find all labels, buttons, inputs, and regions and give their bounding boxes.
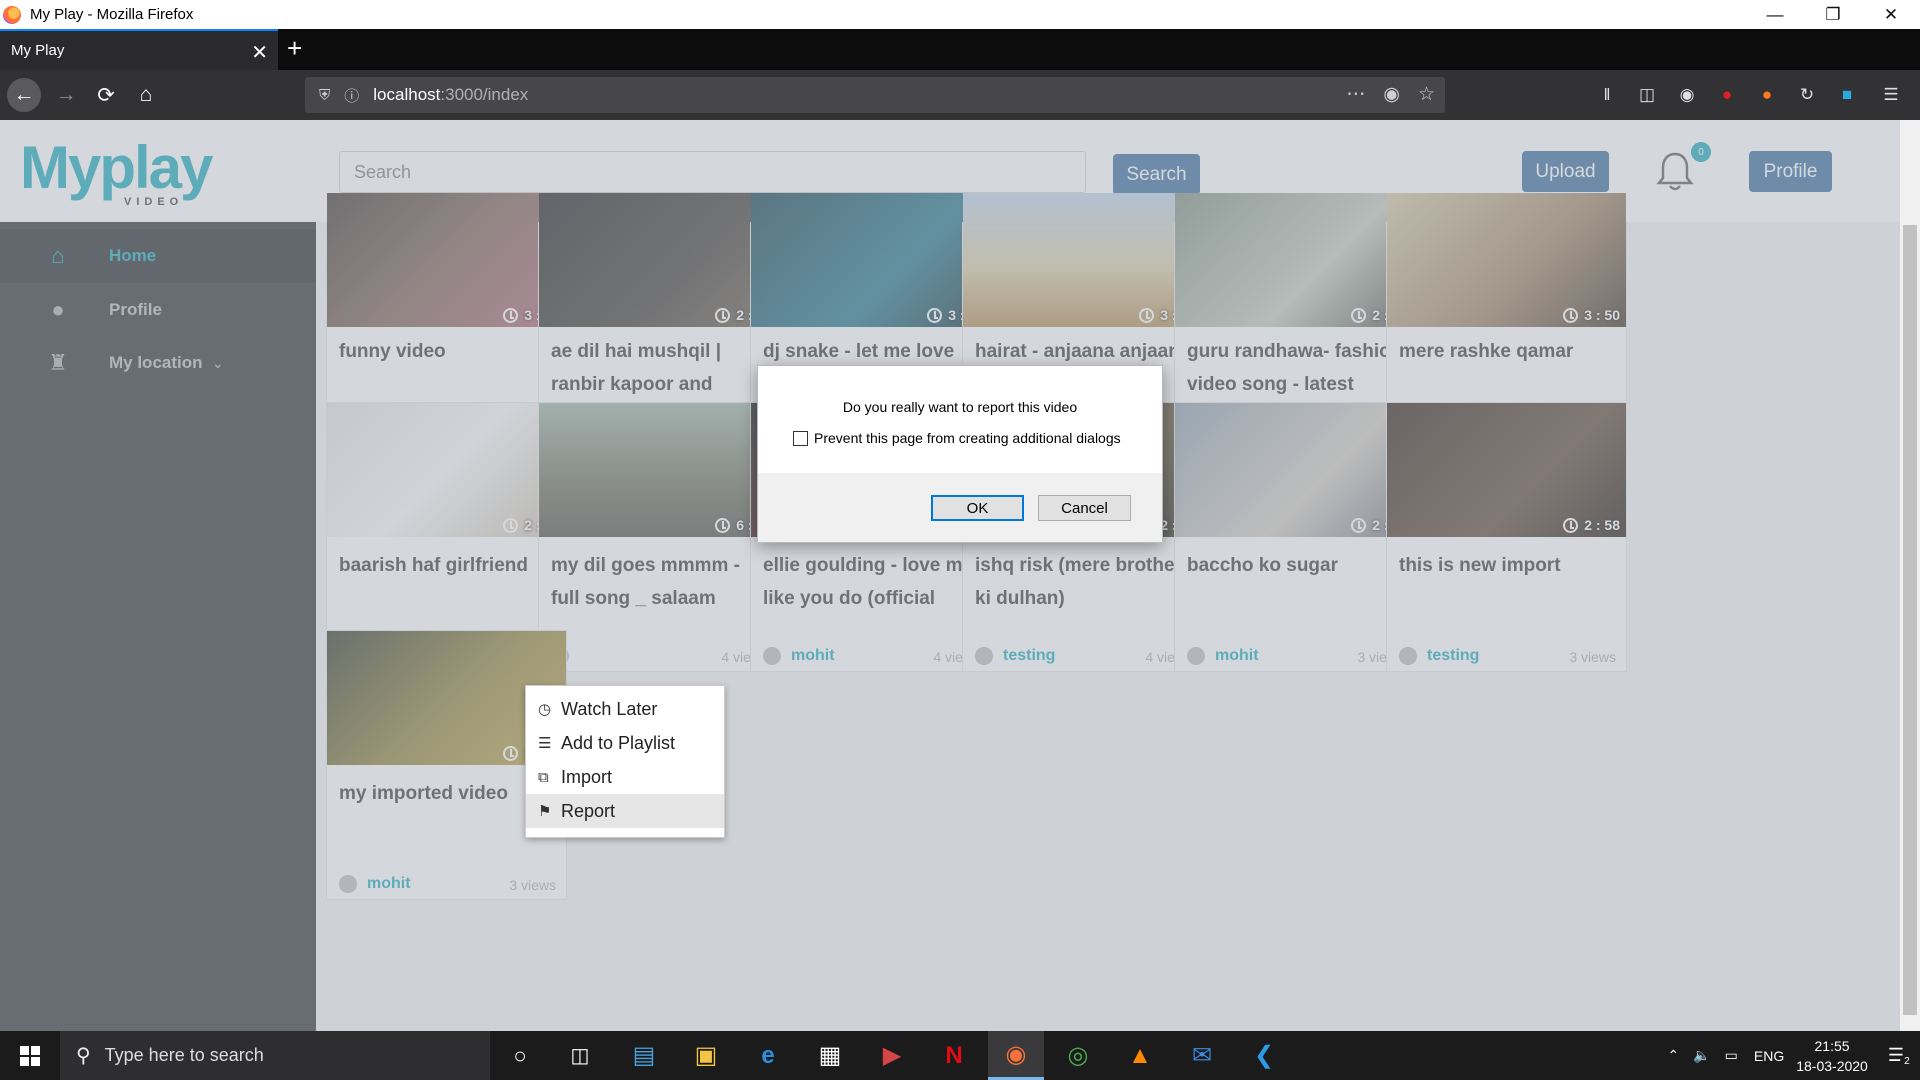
cancel-button[interactable]: Cancel [1038, 495, 1131, 521]
vscode-icon[interactable]: ❮ [1236, 1031, 1292, 1080]
account-icon[interactable]: ◉ [1674, 83, 1700, 107]
confirm-dialog: Do you really want to report this video … [757, 365, 1163, 543]
clock-icon: ◷ [538, 701, 552, 718]
menu-icon[interactable]: ☰ [1878, 83, 1904, 107]
video-context-menu: ◷ Watch Later ☰ Add to Playlist ⧉ Import ⚑ R… [525, 685, 725, 838]
sidebar-toggle-icon[interactable]: ◫ [1634, 83, 1660, 107]
extension-blue-icon[interactable]: ■ [1834, 83, 1860, 107]
chevron-up-icon[interactable]: ⌃ [1667, 1047, 1679, 1064]
page-actions-icon[interactable]: ⋯ [1346, 83, 1365, 106]
shield-icon[interactable]: ⛨ [319, 87, 330, 104]
back-button[interactable]: ← [7, 78, 41, 112]
chrome-icon[interactable]: ◎ [1050, 1031, 1106, 1080]
tab-title: My Play [11, 42, 65, 59]
new-tab-button[interactable]: + [287, 33, 302, 64]
reload-button[interactable]: ⟳ [89, 78, 123, 112]
close-window-button[interactable]: ✕ [1862, 0, 1920, 29]
extension-red-icon[interactable]: ● [1714, 83, 1740, 107]
checkbox-label: Prevent this page from creating addition… [814, 430, 1121, 446]
page-scrollbar[interactable] [1900, 120, 1920, 1031]
navigation-toolbar: ← → ⟳ ⌂ ⛨ ⓘ localhost:3000/index ⋯ ◉ ☆ ‖… [0, 70, 1920, 120]
forward-button[interactable]: → [49, 78, 83, 112]
store-icon[interactable]: ▦ [802, 1031, 858, 1080]
prevent-dialogs-checkbox[interactable]: Prevent this page from creating addition… [793, 430, 1121, 446]
task-view-icon[interactable]: ◫ [552, 1031, 608, 1080]
dialog-message: Do you really want to report this video [842, 399, 1078, 415]
mail-icon[interactable]: ✉ [1174, 1031, 1230, 1080]
home-button[interactable]: ⌂ [129, 78, 163, 112]
menu-item-watch-later[interactable]: ◷ Watch Later [526, 692, 724, 726]
taskbar-search[interactable]: ⚲ Type here to search [60, 1031, 490, 1080]
copy-icon: ⧉ [538, 768, 549, 786]
close-tab-icon[interactable]: ✕ [251, 40, 268, 65]
volume-icon[interactable]: 🔈 [1693, 1047, 1710, 1064]
file-explorer-icon[interactable]: ▣ [678, 1031, 734, 1080]
extension-sync-icon[interactable]: ↻ [1794, 83, 1820, 107]
address-bar[interactable]: ⛨ ⓘ localhost:3000/index ⋯ ◉ ☆ [305, 77, 1445, 113]
start-button[interactable] [0, 1031, 60, 1080]
menu-item-import[interactable]: ⧉ Import [526, 760, 724, 794]
windows-logo-icon [20, 1045, 40, 1066]
firefox-taskbar-icon[interactable]: ◉ [988, 1031, 1044, 1080]
checkbox-box[interactable] [793, 430, 808, 446]
restore-button[interactable]: ❐ [1804, 0, 1862, 29]
action-center-icon[interactable]: ☰ 2 [1888, 1045, 1914, 1069]
taskbar-clock[interactable]: 21:55 18-03-2020 [1796, 1036, 1868, 1076]
library-icon[interactable]: ‖ [1594, 83, 1620, 107]
modal-overlay [0, 120, 1900, 1031]
bookmark-star-icon[interactable]: ☆ [1418, 83, 1435, 106]
list-icon: ☰ [538, 735, 552, 752]
browser-tab[interactable]: My Play ✕ [0, 29, 278, 70]
window-title: My Play - Mozilla Firefox [30, 6, 194, 23]
ok-button[interactable]: OK [931, 495, 1024, 521]
battery-icon[interactable]: ▭ [1725, 1047, 1738, 1064]
vlc-icon[interactable]: ▲ [1112, 1031, 1168, 1080]
menu-item-add-to-playlist[interactable]: ☰ Add to Playlist [526, 726, 724, 760]
firefox-logo-icon [3, 5, 21, 24]
computer-app-icon[interactable]: ▤ [616, 1031, 672, 1080]
search-icon: ⚲ [76, 1045, 91, 1067]
edge-icon[interactable]: e [740, 1031, 796, 1080]
url-text[interactable]: localhost:3000/index [373, 85, 528, 105]
minimize-button[interactable]: — [1746, 0, 1804, 29]
system-tray: ⌃ 🔈 ▭ ENG 21:55 18-03-2020 ☰ 2 [1667, 1031, 1920, 1080]
extension-orange-icon[interactable]: ● [1754, 83, 1780, 107]
flag-icon: ⚑ [538, 803, 552, 820]
media-player-icon[interactable]: ▶ [864, 1031, 920, 1080]
window-titlebar: My Play - Mozilla Firefox — ❐ ✕ [0, 0, 1920, 29]
menu-item-report[interactable]: ⚑ Report [526, 794, 724, 828]
windows-taskbar: ⚲ Type here to search ○ ◫ ▤ ▣ e ▦ ▶ N ◉ … [0, 1031, 1920, 1080]
language-indicator[interactable]: ENG [1754, 1048, 1784, 1064]
cortana-icon[interactable]: ○ [492, 1031, 548, 1080]
tab-strip: My Play ✕ + [0, 29, 1920, 70]
pocket-icon[interactable]: ◉ [1383, 83, 1400, 106]
scrollbar-thumb[interactable] [1903, 225, 1917, 1015]
netflix-icon[interactable]: N [926, 1031, 982, 1080]
info-icon[interactable]: ⓘ [344, 85, 359, 106]
